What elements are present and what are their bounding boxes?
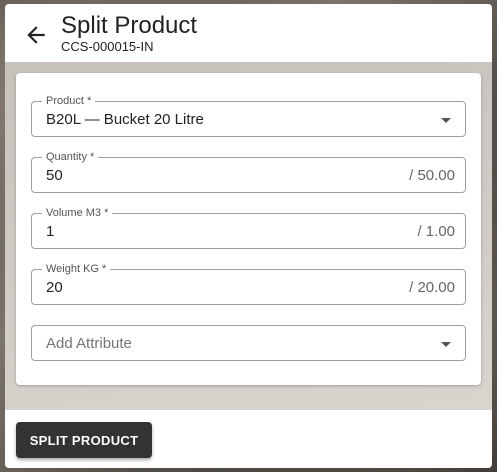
- dialog-title: Split Product: [61, 12, 198, 39]
- weight-label: Weight KG *: [42, 263, 111, 275]
- product-select[interactable]: Product * B20L — Bucket 20 Litre: [31, 95, 466, 137]
- form-card: Product * B20L — Bucket 20 Litre Quantit…: [16, 73, 481, 385]
- chevron-down-icon: [441, 342, 451, 347]
- chevron-down-icon: [441, 118, 451, 123]
- volume-field[interactable]: Volume M3 * 1 / 1.00: [31, 207, 466, 249]
- add-attribute-placeholder: Add Attribute: [46, 335, 132, 352]
- arrow-left-icon: [27, 26, 45, 44]
- product-value: B20L — Bucket 20 Litre: [46, 111, 204, 128]
- weight-max: / 20.00: [409, 279, 455, 296]
- quantity-label: Quantity *: [42, 151, 99, 163]
- add-attribute-select[interactable]: Add Attribute: [31, 325, 466, 361]
- split-product-dialog: Split Product CCS-000015-IN Product * B2…: [5, 4, 492, 468]
- quantity-max: / 50.00: [409, 167, 455, 184]
- dialog-footer: SPLIT PRODUCT: [5, 410, 492, 468]
- split-product-button[interactable]: SPLIT PRODUCT: [16, 422, 152, 458]
- dialog-content: Product * B20L — Bucket 20 Litre Quantit…: [5, 62, 492, 410]
- volume-value: 1: [46, 223, 55, 240]
- volume-label: Volume M3 *: [42, 207, 113, 219]
- quantity-value: 50: [46, 167, 63, 184]
- volume-max: / 1.00: [417, 223, 455, 240]
- dialog-subtitle: CCS-000015-IN: [61, 39, 154, 54]
- dialog-header: Split Product CCS-000015-IN: [5, 4, 492, 62]
- weight-value: 20: [46, 279, 63, 296]
- quantity-field[interactable]: Quantity * 50 / 50.00: [31, 151, 466, 193]
- back-button[interactable]: [23, 22, 49, 48]
- product-label: Product *: [42, 95, 96, 107]
- weight-field[interactable]: Weight KG * 20 / 20.00: [31, 263, 466, 305]
